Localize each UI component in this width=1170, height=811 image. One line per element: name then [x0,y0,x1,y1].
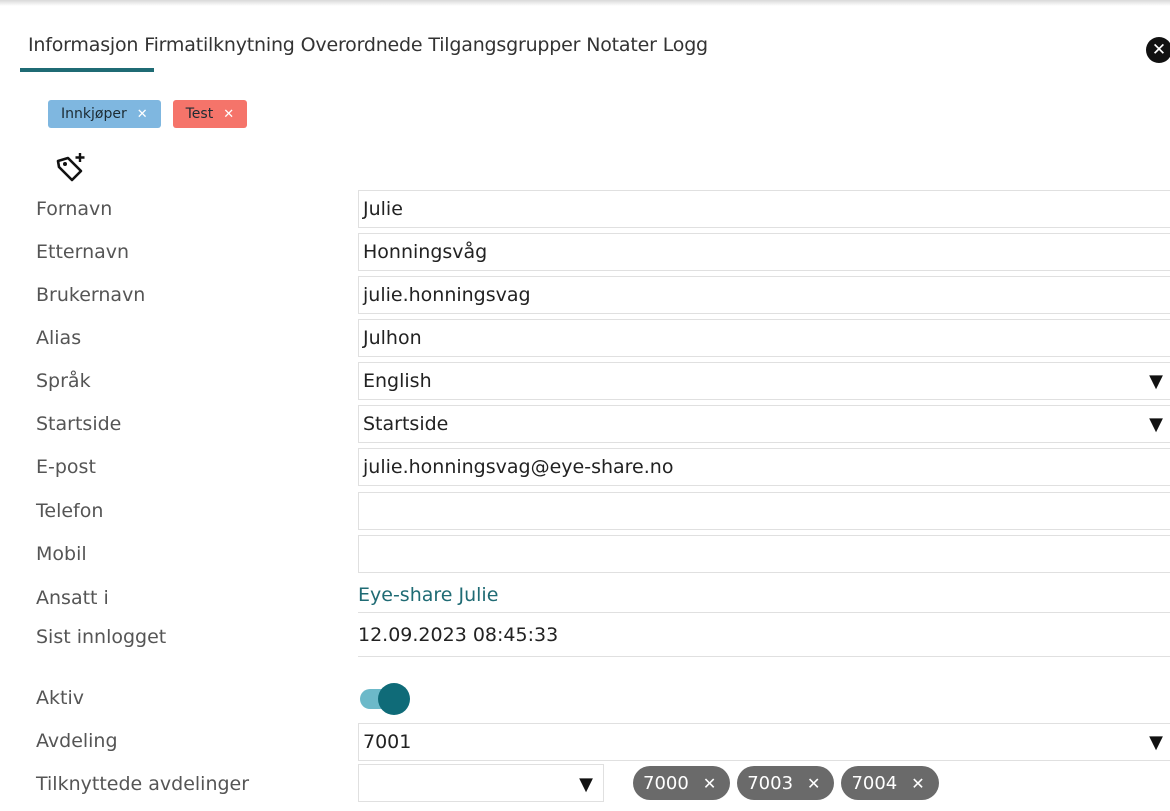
toggle-knob [378,683,410,715]
startside-label: Startside [36,413,122,435]
tag-label: Test [185,106,214,122]
avdeling-label: Avdeling [36,730,118,752]
alias-value: Julhon [363,327,422,349]
active-tab-indicator [20,68,154,72]
mobil-label: Mobil [36,543,87,565]
mobil-field[interactable] [358,535,1170,573]
tilknyttede-avdelinger-chips: 7000 ✕ 7003 ✕ 7004 ✕ [633,766,939,800]
tilknyttede-avdelinger-label: Tilknyttede avdelinger [36,773,250,795]
startside-select[interactable]: Startside ▼ [358,405,1170,443]
alias-field[interactable]: Julhon [358,319,1170,357]
sist-innlogget-label: Sist innlogget [36,626,167,648]
tab-notater[interactable]: Notater [586,34,657,58]
ansatt-i-label: Ansatt i [36,587,109,609]
tilknyttede-avdelinger-select[interactable]: ▼ [358,764,604,802]
aktiv-label: Aktiv [36,687,84,709]
etternavn-field[interactable]: Honningsvåg [358,233,1170,271]
brukernavn-field[interactable]: julie.honningsvag [358,276,1170,314]
remove-chip-icon[interactable]: ✕ [911,774,924,793]
brukernavn-label: Brukernavn [36,284,146,306]
dropdown-arrow-icon: ▼ [1149,731,1163,753]
sprak-select[interactable]: English ▼ [358,362,1170,400]
etternavn-label: Etternavn [36,241,130,263]
divider [358,656,1170,657]
chip-7003: 7003 ✕ [737,766,835,800]
tag-test: Test ✕ [172,100,248,128]
remove-chip-icon[interactable]: ✕ [807,774,820,793]
fornavn-field[interactable]: Julie [358,190,1170,228]
remove-tag-icon[interactable]: ✕ [223,107,234,122]
chip-label: 7000 [643,772,689,794]
chip-7004: 7004 ✕ [841,766,939,800]
epost-value: julie.honningsvag@eye-share.no [363,456,674,478]
sprak-label: Språk [36,370,91,392]
remove-tag-icon[interactable]: ✕ [137,107,148,122]
chip-7000: 7000 ✕ [633,766,731,800]
dropdown-arrow-icon: ▼ [1149,370,1163,392]
ansatt-i-link[interactable]: Eye-share Julie [358,584,498,606]
tag-plus-icon[interactable] [54,150,88,184]
tab-bar: Informasjon Firmatilknytning Overordnede… [28,34,714,58]
close-icon[interactable]: ✕ [1146,37,1170,63]
etternavn-value: Honningsvåg [363,241,488,263]
tab-tilgangsgrupper[interactable]: Tilgangsgrupper [428,34,580,58]
tab-logg[interactable]: Logg [663,34,708,58]
dropdown-arrow-icon: ▼ [579,774,593,795]
sprak-value: English [363,370,432,392]
startside-value: Startside [363,413,449,435]
tab-overordnede[interactable]: Overordnede [301,34,423,58]
avdeling-value: 7001 [363,731,412,753]
chip-label: 7004 [851,772,898,794]
epost-field[interactable]: julie.honningsvag@eye-share.no [358,448,1170,486]
chip-label: 7003 [747,772,794,794]
top-border [0,0,1170,6]
telefon-field[interactable] [358,492,1170,530]
avdeling-select[interactable]: 7001 ▼ [358,723,1170,761]
aktiv-toggle[interactable] [358,682,412,715]
fornavn-value: Julie [363,198,403,220]
brukernavn-value: julie.honningsvag [363,284,531,306]
fornavn-label: Fornavn [36,198,113,220]
tab-firmatilknytning[interactable]: Firmatilknytning [144,34,295,58]
dropdown-arrow-icon: ▼ [1149,413,1163,435]
tag-list: Innkjøper ✕ Test ✕ [48,100,248,128]
divider [358,612,1170,613]
tag-innkjoper: Innkjøper ✕ [48,100,161,128]
sist-innlogget-value: 12.09.2023 08:45:33 [358,624,559,646]
tab-informasjon[interactable]: Informasjon [28,34,138,58]
telefon-label: Telefon [36,500,104,522]
epost-label: E-post [36,456,96,478]
alias-label: Alias [36,327,82,349]
tag-label: Innkjøper [61,106,127,122]
remove-chip-icon[interactable]: ✕ [703,774,716,793]
